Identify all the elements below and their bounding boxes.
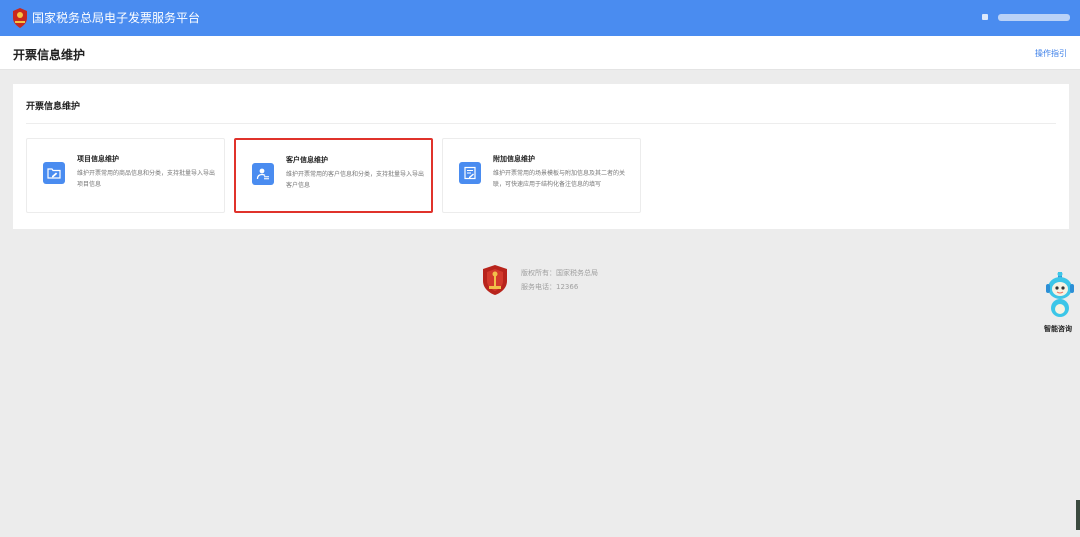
operation-guide-link[interactable]: 操作指引 <box>1035 48 1067 59</box>
smart-consult-label: 智能咨询 <box>1044 325 1072 333</box>
card-title: 附加信息维护 <box>493 155 535 163</box>
page-footer: 版权所有：国家税务总局 服务电话：12366 <box>481 264 641 298</box>
customer-card-icon <box>252 163 274 185</box>
form-edit-icon <box>459 162 481 184</box>
tax-emblem-logo <box>13 8 27 28</box>
folder-edit-icon <box>43 162 65 184</box>
card-additional-info-maintenance[interactable]: 附加信息维护 维护开票常用的场景模板与附加信息及其二者的关联，可快速应用于结构化… <box>442 138 641 213</box>
robot-assistant-icon <box>1046 272 1074 317</box>
user-icon <box>982 14 988 20</box>
tax-bureau-emblem-icon <box>483 265 507 295</box>
user-name-redacted <box>998 14 1070 21</box>
copyright-text: 版权所有：国家税务总局 <box>521 269 598 277</box>
card-description: 维护开票常用的场景模板与附加信息及其二者的关联，可快速应用于结构化备注信息的填写 <box>493 170 626 188</box>
smart-consult-widget[interactable]: 智能咨询 <box>1040 272 1080 338</box>
service-phone-text: 服务电话：12366 <box>521 283 579 291</box>
platform-title: 国家税务总局电子发票服务平台 <box>32 11 201 25</box>
card-description: 维护开票常用的商品信息和分类，支持批量导入导出项目信息 <box>77 170 216 188</box>
card-description: 维护开票常用的客户信息和分类，支持批量导入导出客户信息 <box>286 171 425 189</box>
top-navigation-bar: 国家税务总局电子发票服务平台 <box>0 0 1080 36</box>
maintenance-panel: 开票信息维护 项目信息维护 维护开票常用的商品信息和分类，支持批量导入导出项目信… <box>13 84 1069 229</box>
panel-divider <box>26 123 1056 124</box>
card-customer-info-maintenance[interactable]: 客户信息维护 维护开票常用的客户信息和分类，支持批量导入导出客户信息 <box>234 138 433 213</box>
card-title: 客户信息维护 <box>286 156 328 164</box>
page-title: 开票信息维护 <box>13 48 86 62</box>
panel-title: 开票信息维护 <box>26 102 81 112</box>
user-account-menu[interactable] <box>982 14 1072 22</box>
card-item-info-maintenance[interactable]: 项目信息维护 维护开票常用的商品信息和分类，支持批量导入导出项目信息 <box>26 138 225 213</box>
page-header: 开票信息维护 操作指引 <box>0 36 1080 70</box>
card-title: 项目信息维护 <box>77 155 119 163</box>
corner-scroll-marker <box>1076 500 1080 530</box>
